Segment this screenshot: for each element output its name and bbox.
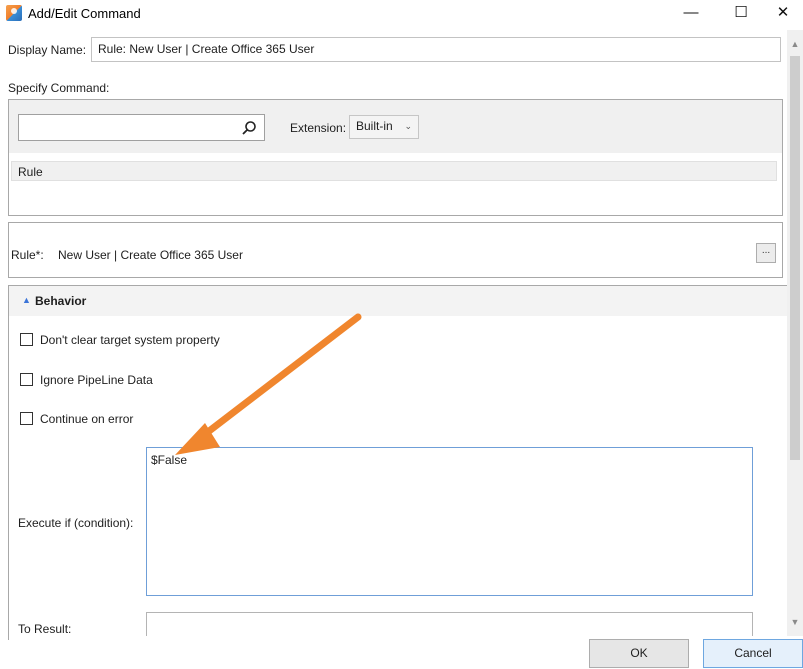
display-name-input[interactable]: Rule: New User | Create Office 365 User <box>91 37 781 62</box>
extension-value: Built-in <box>356 119 393 133</box>
behavior-title: Behavior <box>35 294 87 308</box>
specify-command-label: Specify Command: <box>8 81 110 95</box>
search-icon[interactable] <box>241 120 257 136</box>
to-result-textarea[interactable] <box>146 612 753 636</box>
continue-on-error-label: Continue on error <box>40 412 134 426</box>
ignore-pipeline-label: Ignore PipeLine Data <box>40 373 153 387</box>
maximize-button[interactable]: ☐ <box>718 0 764 28</box>
execute-if-label: Execute if (condition): <box>18 516 134 530</box>
chevron-down-icon: ⌄ <box>404 121 412 131</box>
ignore-pipeline-checkbox[interactable] <box>20 373 33 386</box>
display-name-label: Display Name: <box>8 43 87 57</box>
command-search-input[interactable] <box>18 114 265 141</box>
close-button[interactable]: ✕ <box>760 0 803 28</box>
ok-button[interactable]: OK <box>589 639 689 668</box>
cancel-button[interactable]: Cancel <box>703 639 803 668</box>
dont-clear-target-label: Don't clear target system property <box>40 333 220 347</box>
dont-clear-target-checkbox[interactable] <box>20 333 33 346</box>
execute-if-textarea[interactable]: $False <box>146 447 753 596</box>
scroll-down-icon[interactable]: ▼ <box>787 614 803 630</box>
rule-value: New User | Create Office 365 User <box>58 248 243 262</box>
extension-select[interactable]: Built-in ⌄ <box>349 115 419 139</box>
minimize-button[interactable]: — <box>668 0 714 28</box>
scroll-thumb[interactable] <box>790 56 800 460</box>
command-list-item[interactable]: Rule <box>11 161 777 181</box>
collapse-chevron-icon[interactable]: ▲ <box>22 295 31 305</box>
rule-label: Rule*: <box>11 248 44 262</box>
scroll-up-icon[interactable]: ▲ <box>787 36 803 52</box>
app-icon <box>6 5 22 21</box>
extension-label: Extension: <box>290 121 347 135</box>
continue-on-error-checkbox[interactable] <box>20 412 33 425</box>
rule-browse-button[interactable]: ... <box>756 243 776 263</box>
to-result-label: To Result: <box>18 622 72 636</box>
behavior-header[interactable]: ▲ Behavior <box>9 286 787 316</box>
window-title: Add/Edit Command <box>28 6 141 21</box>
title-bar: Add/Edit Command — ☐ ✕ <box>0 0 803 28</box>
vertical-scrollbar[interactable]: ▲ ▼ <box>787 30 803 636</box>
